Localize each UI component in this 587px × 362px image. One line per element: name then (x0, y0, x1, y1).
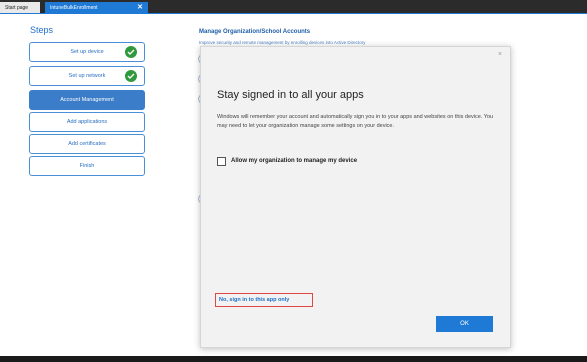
close-icon[interactable]: × (498, 51, 502, 58)
sign-in-this-app-only-link[interactable]: No, sign in to this app only (215, 293, 313, 307)
tab-underline (0, 13, 587, 14)
tab-strip: Start page IntuneBulkEnrollment ✕ (0, 0, 587, 14)
step-add-certificates[interactable]: Add certificates (29, 134, 145, 154)
manage-device-checkbox[interactable] (217, 157, 226, 166)
bottom-bar (0, 356, 587, 362)
dialog-title: Stay signed in to all your apps (217, 89, 364, 101)
step-add-applications[interactable]: Add applications (29, 112, 145, 132)
checkmark-icon (125, 46, 137, 58)
tab-label: IntuneBulkEnrollment (50, 5, 98, 11)
step-set-up-device[interactable]: Set up device (29, 42, 145, 62)
dialog-body: Windows will remember your account and a… (217, 114, 494, 129)
step-account-management[interactable]: Account Management (29, 90, 145, 110)
step-label: Account Management (60, 97, 114, 103)
step-label: Finish (79, 163, 95, 169)
stay-signed-in-dialog: × Stay signed in to all your apps Window… (200, 46, 511, 348)
manage-device-checkbox-label[interactable]: Allow my organization to manage my devic… (231, 158, 357, 164)
ok-button[interactable]: OK (436, 316, 493, 332)
step-label: Set up network (68, 73, 106, 79)
page-subtitle: Improve security and remote management b… (199, 40, 366, 45)
page-title: Manage Organization/School Accounts (199, 29, 311, 35)
step-label: Add certificates (68, 141, 106, 147)
checkmark-icon (125, 70, 137, 82)
step-finish[interactable]: Finish (29, 156, 145, 176)
step-label: Set up device (70, 49, 104, 55)
step-label: Add applications (66, 119, 108, 125)
steps-title: Steps (30, 25, 54, 35)
step-set-up-network[interactable]: Set up network (29, 66, 145, 86)
app-window: Start page IntuneBulkEnrollment ✕ Steps … (0, 0, 587, 362)
